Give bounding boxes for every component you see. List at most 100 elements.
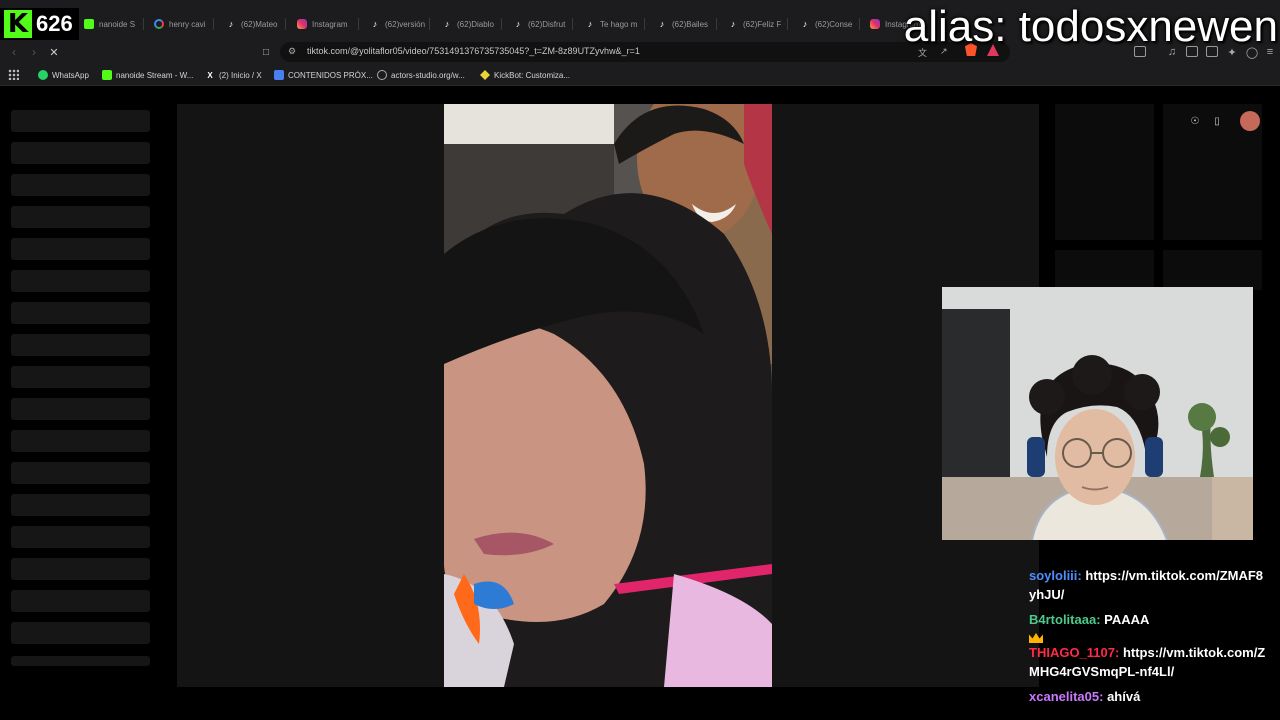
- chat-message: THIAGO_1107: https://vm.tiktok.com/ZMHG4…: [1029, 633, 1269, 681]
- skeleton-item: [11, 398, 150, 420]
- tiktok-icon: [728, 19, 738, 29]
- bookmark-label: actors-studio.org/w...: [391, 70, 465, 80]
- tiktok-icon: [585, 19, 595, 29]
- tab-3[interactable]: Instagram: [297, 14, 359, 34]
- skeleton-item: [11, 334, 150, 356]
- chat-message: B4rtolitaaa: PAAAA: [1029, 610, 1269, 629]
- tab-6[interactable]: (62)Disfrut: [513, 14, 573, 34]
- tiktok-icon: [513, 19, 523, 29]
- chat-username: B4rtolitaaa:: [1029, 612, 1101, 627]
- tab-8[interactable]: (62)Bailes: [657, 14, 717, 34]
- url-text: tiktok.com/@yolitaflor05/video/753149137…: [307, 46, 640, 56]
- skeleton-item: [11, 302, 150, 324]
- profile-avatar[interactable]: [1240, 111, 1260, 131]
- skeleton-item: [11, 238, 150, 260]
- skeleton-item: [11, 206, 150, 228]
- bookmark-label: (2) Inicio / X: [219, 70, 262, 80]
- tiktok-icon: [442, 19, 452, 29]
- tab-label: Te hago m: [600, 19, 638, 29]
- kick-logo-icon: K: [4, 9, 32, 39]
- tab-10[interactable]: (62)Conse: [800, 14, 860, 34]
- bookmark-label: CONTENIDOS PRÓX...: [288, 70, 373, 80]
- apps-grid-icon[interactable]: [8, 69, 19, 80]
- bookmark-icon[interactable]: □: [258, 44, 274, 60]
- skeleton-item: [11, 558, 150, 580]
- skeleton-item: [11, 526, 150, 548]
- chat-message: xcanelita05: ahívá: [1029, 687, 1269, 706]
- site-settings-icon[interactable]: ⚙: [288, 46, 296, 57]
- chat-username: xcanelita05:: [1029, 689, 1104, 704]
- tiktok-icon: [657, 19, 667, 29]
- tiktok-icon: [800, 19, 810, 29]
- kick-icon: [102, 70, 112, 80]
- tab-0[interactable]: nanoide S: [84, 14, 144, 34]
- bookmark-nanoide-stream[interactable]: nanoide Stream - W...: [102, 68, 193, 82]
- tab-label: (62)Mateo: [241, 19, 278, 29]
- tab-2[interactable]: (62)Mateo: [226, 14, 286, 34]
- url-field[interactable]: ⚙ tiktok.com/@yolitaflor05/video/7531491…: [280, 42, 1010, 62]
- skeleton-item: [11, 174, 150, 196]
- skeleton-item: [11, 494, 150, 516]
- viewer-count: 626: [36, 11, 73, 36]
- bookmark-label: nanoide Stream - W...: [116, 70, 194, 80]
- google-icon: [154, 19, 164, 29]
- bookmark-contenidos[interactable]: CONTENIDOS PRÓX...: [274, 68, 373, 82]
- globe-icon: [377, 70, 387, 80]
- video-frame[interactable]: [444, 104, 772, 687]
- bookmark-whatsapp[interactable]: WhatsApp: [38, 68, 89, 82]
- related-video-thumbnail[interactable]: [1055, 104, 1154, 240]
- stream-chat: soyloliii: https://vm.tiktok.com/ZMAF8yh…: [1029, 566, 1269, 712]
- tiktok-icon: [226, 19, 236, 29]
- skeleton-item: [11, 366, 150, 388]
- x-icon: X: [207, 70, 213, 80]
- crown-icon: [1029, 633, 1043, 643]
- related-video-thumbnail[interactable]: [1055, 250, 1154, 290]
- chat-text: ahívá: [1107, 689, 1141, 704]
- skeleton-item: [11, 590, 150, 612]
- skeleton-item: [11, 142, 150, 164]
- tab-label: (62)Diablo: [457, 19, 494, 29]
- related-video-thumbnail[interactable]: [1163, 250, 1262, 290]
- tab-4[interactable]: (62)versión: [370, 14, 430, 34]
- bookmark-actors-studio[interactable]: actors-studio.org/w...: [377, 68, 465, 82]
- tab-label: (62)Bailes: [672, 19, 709, 29]
- viewer-counter: K 626: [0, 8, 79, 40]
- tab-label: Instagram: [312, 19, 348, 29]
- webcam-feed: [942, 287, 1253, 540]
- bookmark-x-home[interactable]: X (2) Inicio / X: [205, 68, 262, 82]
- kickbot-icon: [480, 70, 490, 80]
- tab-9[interactable]: (62)Feliz F: [728, 14, 788, 34]
- tab-7[interactable]: Te hago m: [585, 14, 645, 34]
- skeleton-item: [11, 656, 150, 666]
- tab-5[interactable]: (62)Diablo: [442, 14, 502, 34]
- instagram-icon: [870, 19, 880, 29]
- bookmark-kickbot[interactable]: KickBot: Customiza...: [480, 68, 570, 82]
- chat-text: PAAAA: [1104, 612, 1150, 627]
- mobile-device-icon[interactable]: ▯: [1209, 113, 1225, 129]
- docs-icon: [274, 70, 284, 80]
- alias-overlay-text: alias: todosxnewen: [903, 2, 1278, 51]
- stop-loading-icon[interactable]: ✕: [46, 44, 62, 60]
- whatsapp-icon: [38, 70, 48, 80]
- streamer-webcam: [942, 287, 1253, 540]
- bookmarks-bar: WhatsApp nanoide Stream - W... X (2) Ini…: [0, 64, 1280, 86]
- tab-label: (62)Feliz F: [743, 19, 782, 29]
- tab-label: (62)Conse: [815, 19, 853, 29]
- forward-arrow-icon[interactable]: ›: [26, 44, 42, 60]
- skeleton-item: [11, 622, 150, 644]
- skeleton-item: [11, 270, 150, 292]
- video-content: [444, 104, 772, 687]
- bookmark-label: WhatsApp: [52, 70, 89, 80]
- chat-username: THIAGO_1107:: [1029, 645, 1120, 660]
- chat-username: soyloliii:: [1029, 568, 1082, 583]
- skeleton-item: [11, 462, 150, 484]
- tab-1[interactable]: henry cavi: [154, 14, 214, 34]
- tab-label: henry cavi: [169, 19, 206, 29]
- bookmark-label: KickBot: Customiza...: [494, 70, 571, 80]
- back-arrow-icon[interactable]: ‹: [6, 44, 22, 60]
- kick-icon: [84, 19, 94, 29]
- skeleton-item: [11, 110, 150, 132]
- instagram-icon: [297, 19, 307, 29]
- tab-label: (62)Disfrut: [528, 19, 566, 29]
- explore-compass-icon[interactable]: ☉: [1187, 113, 1203, 129]
